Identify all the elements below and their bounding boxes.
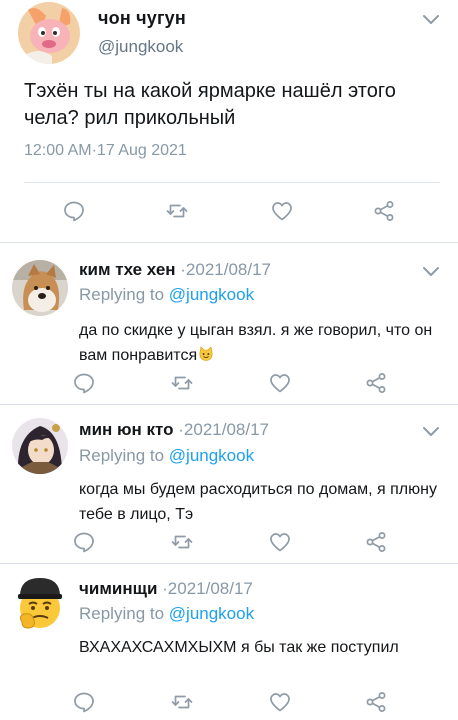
reply-avatar[interactable] bbox=[12, 418, 68, 474]
reply-text: да по скидке у цыган взял. я же говорил,… bbox=[79, 318, 449, 368]
main-tweet: чон чугун @jungkook Тэхён ты на какой яр… bbox=[0, 0, 458, 241]
replying-to-handle[interactable]: @jungkook bbox=[169, 285, 254, 304]
reply-icon[interactable] bbox=[72, 371, 96, 395]
reply-date: ·2021/08/17 bbox=[157, 579, 253, 598]
retweet-icon[interactable] bbox=[170, 530, 194, 554]
tweet-timestamp[interactable]: 12:00 AM·17 Aug 2021 bbox=[24, 142, 187, 160]
reply-text: ВХАХАХСАХМХЫХМ я бы так же поступил bbox=[79, 639, 399, 656]
replying-to-handle[interactable]: @jungkook bbox=[169, 604, 254, 623]
like-icon[interactable] bbox=[268, 371, 292, 395]
tweet-text: Тэхён ты на какой ярмарке нашёл этого че… bbox=[24, 80, 396, 129]
chevron-down-icon[interactable] bbox=[421, 13, 441, 27]
author-name[interactable]: чон чугун bbox=[98, 8, 186, 29]
reply-icon[interactable] bbox=[62, 199, 86, 223]
reply-tweet: мин юн кто ·2021/08/17 Replying to @jung… bbox=[0, 405, 458, 563]
reply-author-name[interactable]: мин юн кто bbox=[79, 420, 174, 439]
divider bbox=[24, 182, 440, 183]
share-icon[interactable] bbox=[364, 530, 388, 554]
replying-to-label: Replying to bbox=[79, 446, 169, 465]
reply-icon[interactable] bbox=[72, 690, 96, 714]
like-icon[interactable] bbox=[268, 690, 292, 714]
reply-author[interactable]: мин юн кто ·2021/08/17 bbox=[79, 420, 269, 440]
retweet-icon[interactable] bbox=[170, 690, 194, 714]
replying-to-label: Replying to bbox=[79, 285, 169, 304]
author-handle[interactable]: @jungkook bbox=[98, 37, 183, 57]
retweet-icon[interactable] bbox=[165, 199, 189, 223]
share-icon[interactable] bbox=[372, 199, 396, 223]
reply-text: когда мы будем расходиться по домам, я п… bbox=[79, 481, 437, 523]
reply-author[interactable]: ким тхе хен ·2021/08/17 bbox=[79, 260, 271, 280]
reply-date: ·2021/08/17 bbox=[175, 260, 272, 279]
reply-author[interactable]: чиминщи ·2021/08/17 bbox=[79, 579, 253, 599]
replying-to: Replying to @jungkook bbox=[79, 604, 254, 624]
replying-to: Replying to @jungkook bbox=[79, 285, 254, 305]
chevron-down-icon[interactable] bbox=[421, 265, 441, 279]
replying-to-label: Replying to bbox=[79, 604, 169, 623]
like-icon[interactable] bbox=[270, 199, 294, 223]
reply-avatar[interactable] bbox=[12, 260, 68, 316]
share-icon[interactable] bbox=[364, 371, 388, 395]
chevron-down-icon[interactable] bbox=[421, 425, 441, 439]
reply-tweet: чиминщи ·2021/08/17 Replying to @jungkoo… bbox=[0, 564, 458, 720]
reply-tweet: ким тхе хен ·2021/08/17 Replying to @jun… bbox=[0, 243, 458, 403]
retweet-icon[interactable] bbox=[170, 371, 194, 395]
cat-face-emoji-icon bbox=[198, 345, 214, 361]
replying-to: Replying to @jungkook bbox=[79, 446, 254, 466]
reply-author-name[interactable]: ким тхе хен bbox=[79, 260, 176, 279]
reply-date: ·2021/08/17 bbox=[173, 420, 269, 439]
like-icon[interactable] bbox=[268, 530, 292, 554]
share-icon[interactable] bbox=[364, 690, 388, 714]
replying-to-handle[interactable]: @jungkook bbox=[169, 446, 254, 465]
reply-avatar[interactable] bbox=[12, 576, 68, 632]
author-avatar[interactable] bbox=[18, 2, 80, 64]
reply-icon[interactable] bbox=[72, 530, 96, 554]
reply-text-content: да по скидке у цыган взял. я же говорил,… bbox=[79, 322, 433, 364]
reply-author-name[interactable]: чиминщи bbox=[79, 579, 157, 598]
